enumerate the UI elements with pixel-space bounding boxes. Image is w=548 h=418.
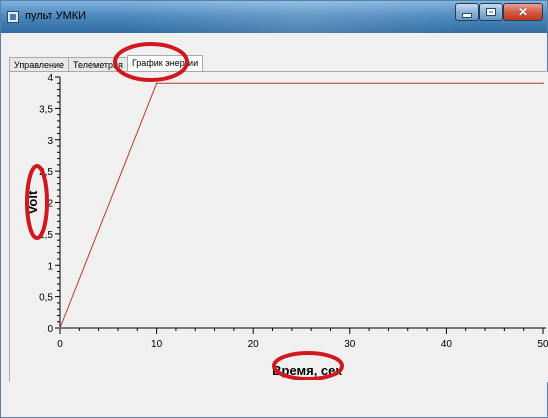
- plot-area: [60, 77, 543, 328]
- y-tick-label: 1: [47, 261, 53, 272]
- tab-bar: Управление Телеметрия График энергии: [9, 55, 204, 73]
- title-bar[interactable]: пульт УМКИ ✕: [1, 1, 547, 33]
- x-tick-label: 40: [441, 339, 453, 350]
- y-tick-label: 4: [47, 73, 53, 84]
- close-icon: ✕: [517, 5, 529, 19]
- x-tick-label: 30: [344, 339, 356, 350]
- y-tick-label: 0,5: [39, 293, 53, 304]
- data-point: [59, 327, 61, 329]
- window-title: пульт УМКИ: [25, 10, 87, 22]
- tab-energy-graph[interactable]: График энергии: [126, 55, 204, 72]
- x-tick-label: 50: [537, 339, 548, 350]
- y-tick-label: 3: [47, 136, 53, 147]
- y-tick-label: 0: [47, 324, 53, 335]
- close-button[interactable]: ✕: [503, 3, 543, 21]
- maximize-button[interactable]: [479, 3, 503, 21]
- minimize-icon: [462, 12, 472, 18]
- title-bar-glass: [121, 1, 481, 33]
- energy-chart: 00,511,522,533,540 10 20 30 40 50VoltВремя, с…: [25, 73, 548, 380]
- minimize-button[interactable]: [455, 3, 479, 21]
- y-tick-label: 3,5: [39, 104, 53, 115]
- x-tick-label: 20: [248, 339, 260, 350]
- status-area: [5, 383, 545, 413]
- data-point: [155, 82, 158, 85]
- main-window: пульт УМКИ ✕ Управление Телеметрия Графи…: [0, 0, 548, 418]
- x-tick-label: 0: [57, 339, 63, 350]
- tab-panel: 0 0,5 1 1,5 2 2,5 3 3,5 4 0 10 20 30 40 50 Volt Время, с…: [9, 71, 548, 382]
- window-controls: ✕: [455, 3, 543, 21]
- x-tick-label: 10: [151, 339, 163, 350]
- data-point: [542, 82, 544, 85]
- app-icon[interactable]: [7, 11, 19, 23]
- maximize-icon: [486, 8, 496, 16]
